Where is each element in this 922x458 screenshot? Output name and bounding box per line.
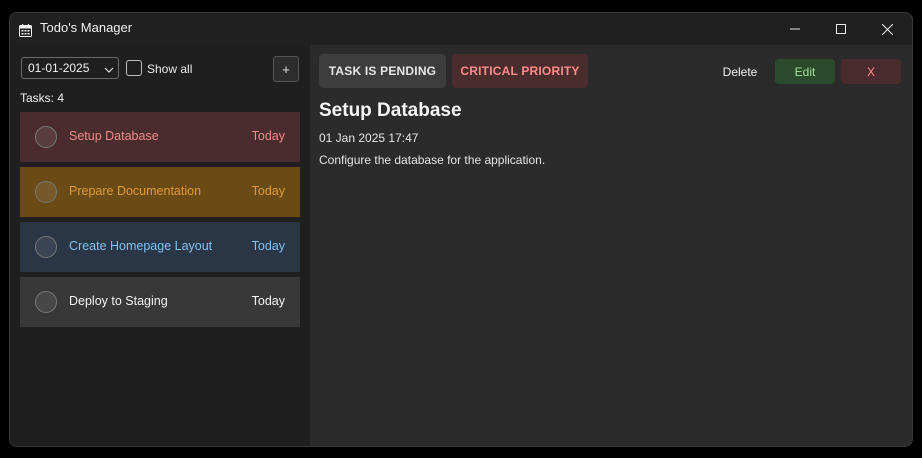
close-icon (881, 23, 893, 35)
task-detail-datetime: 01 Jan 2025 17:47 (319, 131, 419, 145)
status-badge[interactable]: TASK IS PENDING (319, 54, 446, 88)
date-filter-value: 01-01-2025 (28, 61, 90, 75)
task-item[interactable]: Prepare Documentation Today (20, 167, 300, 217)
chevron-down-icon (104, 63, 114, 77)
task-count: Tasks: 4 (20, 91, 65, 105)
task-list: Setup Database Today Prepare Documentati… (20, 112, 300, 332)
window-title: Todo's Manager (40, 20, 133, 35)
task-item[interactable]: Create Homepage Layout Today (20, 222, 300, 272)
edit-button[interactable]: Edit (775, 59, 835, 84)
task-complete-toggle[interactable] (35, 236, 57, 258)
task-complete-toggle[interactable] (35, 291, 57, 313)
task-due: Today (251, 129, 285, 143)
task-sidebar: 01-01-2025 Show all + Tasks: 4 Setup Dat… (10, 45, 310, 446)
task-complete-toggle[interactable] (35, 126, 57, 148)
task-item[interactable]: Setup Database Today (20, 112, 300, 162)
task-detail-title: Setup Database (319, 100, 462, 121)
maximize-button[interactable] (818, 13, 864, 45)
task-due: Today (251, 239, 285, 253)
show-all-checkbox[interactable] (126, 60, 142, 76)
close-window-button[interactable] (864, 13, 910, 45)
add-task-button[interactable]: + (273, 56, 299, 82)
task-complete-toggle[interactable] (35, 181, 57, 203)
app-window: Todo's Manager 01-01-2025 Show all + Tas… (9, 12, 913, 447)
minimize-button[interactable] (772, 13, 818, 45)
task-title: Create Homepage Layout (69, 239, 213, 253)
task-due: Today (251, 294, 285, 308)
minimize-icon (790, 28, 800, 30)
task-item[interactable]: Deploy to Staging Today (20, 277, 300, 327)
maximize-icon (836, 24, 846, 34)
show-all-label[interactable]: Show all (147, 62, 192, 76)
task-title: Setup Database (69, 129, 159, 143)
task-title: Prepare Documentation (69, 184, 202, 198)
close-detail-button[interactable]: X (841, 59, 901, 84)
task-title: Deploy to Staging (69, 294, 168, 308)
delete-button[interactable]: Delete (715, 59, 765, 84)
task-detail-panel: TASK IS PENDING CRITICAL PRIORITY Delete… (310, 45, 912, 446)
task-due: Today (251, 184, 285, 198)
task-detail-description: Configure the database for the applicati… (319, 153, 546, 167)
priority-badge[interactable]: CRITICAL PRIORITY (452, 54, 588, 88)
calendar-icon (19, 22, 32, 37)
date-filter-select[interactable]: 01-01-2025 (21, 57, 119, 79)
